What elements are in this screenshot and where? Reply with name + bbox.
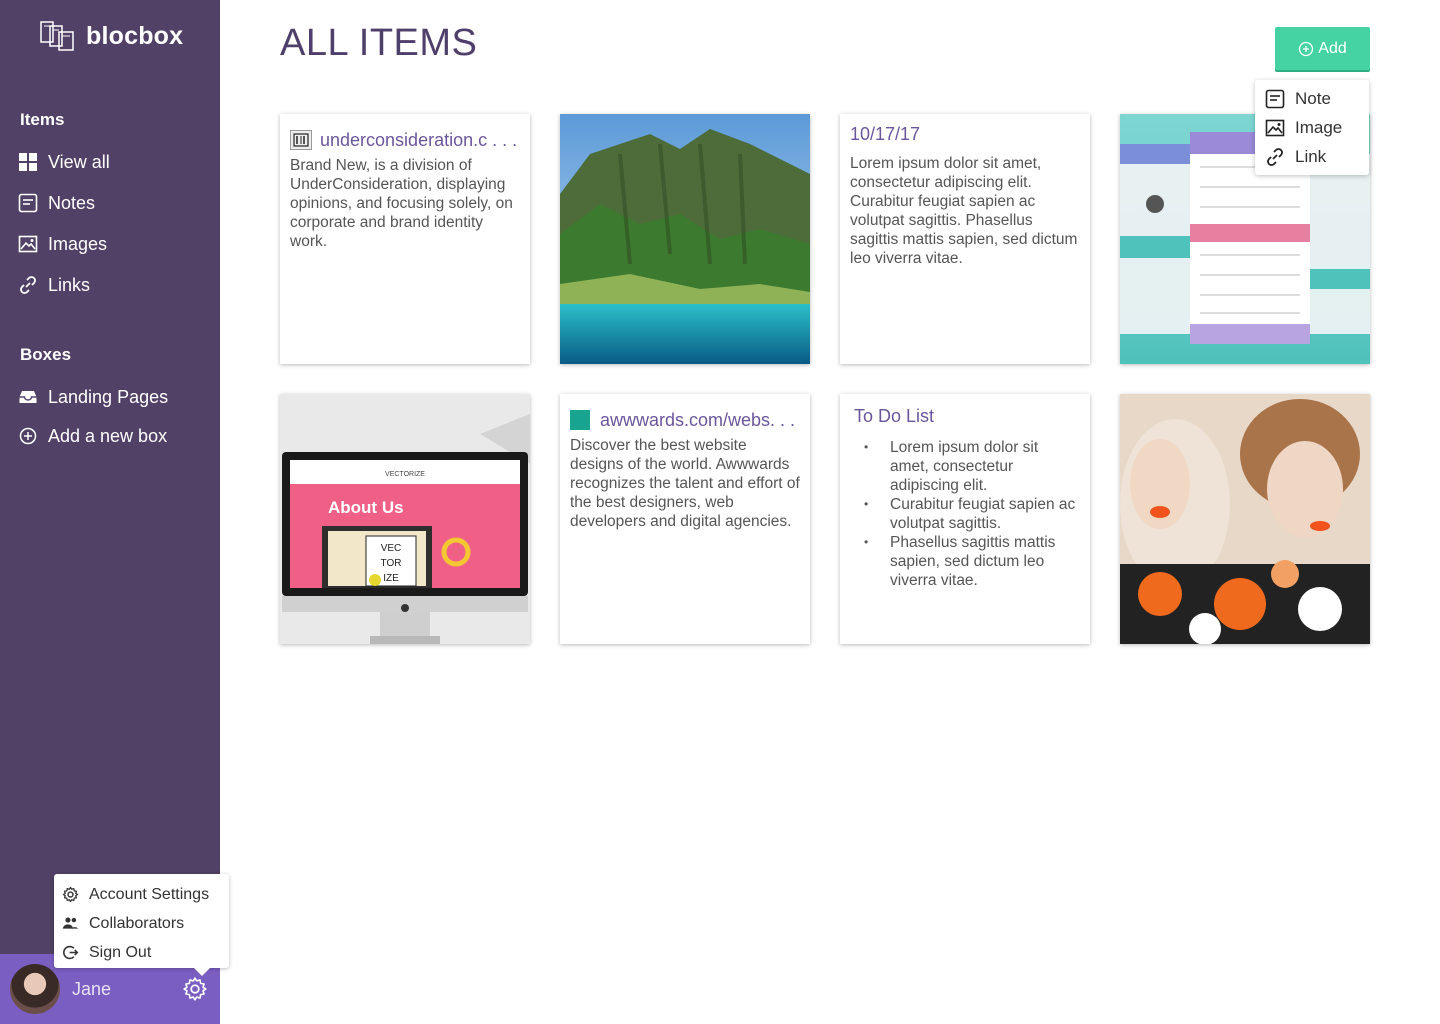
sidebar-item-label: Images xyxy=(48,233,108,254)
portrait-photo xyxy=(1120,394,1370,644)
todo-item: Lorem ipsum dolor sit amet, consectetur … xyxy=(864,438,1076,495)
add-button-label: Add xyxy=(1318,39,1347,57)
website-mockup-image: VECTORIZE About Us VEC TOR IZE xyxy=(280,394,530,644)
sign-out-icon xyxy=(63,945,79,960)
menu-item-sign-out[interactable]: Sign Out xyxy=(54,938,229,967)
image-icon xyxy=(1265,119,1285,136)
avatar[interactable] xyxy=(10,964,60,1014)
todo-title: To Do List xyxy=(854,406,935,426)
link-card[interactable]: underconsideration.c . . . Brand New, is… xyxy=(280,114,530,364)
note-text: Lorem ipsum dolor sit amet, consectetur … xyxy=(850,155,1078,267)
sidebar-item-label: View all xyxy=(48,151,110,172)
add-menu-label: Note xyxy=(1295,88,1331,108)
sidebar: blocbox Items View all Notes Images Link… xyxy=(0,0,220,1024)
mockup-grid-line: IZE xyxy=(383,573,399,584)
sidebar-item-add-box[interactable]: Add a new box xyxy=(18,421,167,451)
note-icon xyxy=(18,193,38,213)
sidebar-item-label: Notes xyxy=(48,192,96,213)
image-icon xyxy=(18,235,38,253)
note-title: 10/17/17 xyxy=(850,124,921,144)
menu-item-label: Collaborators xyxy=(89,914,185,932)
app-logo[interactable]: blocbox xyxy=(40,20,183,52)
mockup-grid-line: VEC xyxy=(381,543,402,554)
blocbox-logo-icon xyxy=(40,21,74,51)
add-menu-label: Image xyxy=(1295,117,1343,137)
menu-item-account-settings[interactable]: Account Settings xyxy=(54,880,229,909)
favicon-icon xyxy=(290,130,312,150)
add-menu: Note Image Link xyxy=(1255,80,1369,175)
sidebar-item-images[interactable]: Images xyxy=(18,229,107,259)
gear-icon[interactable] xyxy=(182,976,208,1002)
inbox-icon xyxy=(19,391,37,403)
note-card[interactable]: 10/17/17 Lorem ipsum dolor sit amet, con… xyxy=(840,114,1090,364)
add-menu-image[interactable]: Image xyxy=(1255,113,1369,142)
menu-item-label: Sign Out xyxy=(89,943,152,961)
sidebar-item-notes[interactable]: Notes xyxy=(18,188,95,218)
user-name: Jane xyxy=(72,978,112,999)
image-card[interactable] xyxy=(1120,394,1370,644)
add-menu-label: Link xyxy=(1295,146,1327,166)
menu-item-collaborators[interactable]: Collaborators xyxy=(54,909,229,938)
todo-list: Lorem ipsum dolor sit amet, consectetur … xyxy=(840,438,1090,590)
landscape-photo xyxy=(560,114,810,364)
add-menu-link[interactable]: Link xyxy=(1255,142,1369,171)
image-card[interactable]: VECTORIZE About Us VEC TOR IZE xyxy=(280,394,530,644)
link-icon xyxy=(1267,147,1283,166)
plus-circle-icon xyxy=(19,427,37,445)
sidebar-item-label: Links xyxy=(48,274,91,295)
link-url[interactable]: awwwards.com/webs. . . xyxy=(600,410,795,431)
favicon-icon xyxy=(570,410,590,430)
link-description: Brand New, is a division of UnderConside… xyxy=(290,157,513,250)
image-card[interactable] xyxy=(560,114,810,364)
grid-icon xyxy=(19,153,37,171)
sidebar-item-links[interactable]: Links xyxy=(18,270,90,300)
sidebar-item-label: Add a new box xyxy=(48,425,168,446)
mockup-grid-line: TOR xyxy=(381,558,402,569)
mockup-heading: About Us xyxy=(328,498,404,517)
people-icon xyxy=(62,917,79,929)
todo-item: Phasellus sagittis mattis sapien, sed di… xyxy=(864,533,1076,590)
boxes-heading: Boxes xyxy=(20,345,72,364)
sidebar-item-label: Landing Pages xyxy=(48,386,169,407)
mockup-logo: VECTORIZE xyxy=(385,471,425,478)
add-menu-note[interactable]: Note xyxy=(1255,84,1369,113)
todo-item: Curabitur feugiat sapien ac volutpat sag… xyxy=(864,495,1076,533)
app-name: blocbox xyxy=(86,21,184,50)
items-heading: Items xyxy=(20,110,65,129)
add-button[interactable]: Add xyxy=(1275,27,1370,70)
account-menu: Account Settings Collaborators Sign Out xyxy=(54,874,229,976)
page-title: ALL ITEMS xyxy=(280,22,478,64)
sidebar-item-view-all[interactable]: View all xyxy=(18,147,110,177)
link-description: Discover the best website designs of the… xyxy=(570,437,800,530)
todo-card[interactable]: To Do List Lorem ipsum dolor sit amet, c… xyxy=(840,394,1090,644)
note-icon xyxy=(1265,89,1285,108)
plus-circle-icon xyxy=(1299,41,1314,56)
link-card[interactable]: awwwards.com/webs. . . Discover the best… xyxy=(560,394,810,644)
sidebar-item-landing-pages[interactable]: Landing Pages xyxy=(18,382,168,412)
link-url[interactable]: underconsideration.c . . . xyxy=(320,130,517,151)
menu-item-label: Account Settings xyxy=(89,885,210,903)
gear-icon xyxy=(62,886,79,903)
link-icon xyxy=(20,276,36,294)
